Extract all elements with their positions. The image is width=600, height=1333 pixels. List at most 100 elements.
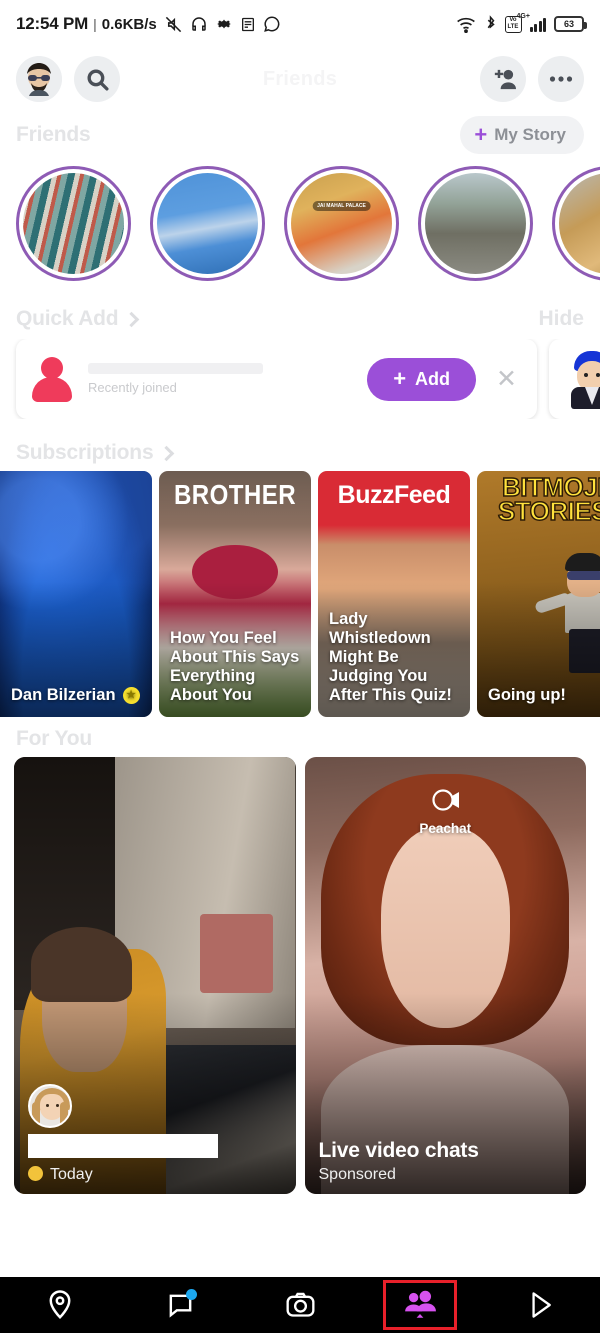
subscription-card-label: Dan Bilzerian bbox=[11, 686, 116, 704]
quick-add-row[interactable]: Recently joined + Add ✕ bbox=[0, 339, 600, 419]
peachat-label: Peachat bbox=[419, 821, 472, 836]
story-item[interactable] bbox=[150, 166, 265, 281]
subscriptions-row[interactable]: Dan Bilzerian ★ BROTHER How You Feel Abo… bbox=[0, 471, 600, 717]
volte-bottom: LTE bbox=[507, 24, 519, 30]
for-you-title: For You bbox=[16, 727, 92, 750]
plus-icon: + bbox=[474, 122, 488, 147]
default-avatar-icon bbox=[30, 357, 74, 402]
location-pin-icon bbox=[49, 1290, 71, 1320]
friends-section-header: Friends + My Story bbox=[0, 110, 600, 162]
for-you-card-subtitle: Sponsored bbox=[318, 1166, 396, 1183]
chevron-right-icon bbox=[159, 445, 175, 461]
camera-icon bbox=[286, 1292, 314, 1317]
friends-title: Friends bbox=[16, 123, 91, 146]
quick-add-card[interactable] bbox=[549, 339, 600, 419]
subscription-brand: BuzzFeed bbox=[337, 481, 451, 509]
search-icon[interactable] bbox=[74, 56, 120, 102]
avatar bbox=[28, 1084, 72, 1128]
gear-icon bbox=[215, 15, 233, 33]
bitmoji-avatar[interactable] bbox=[16, 56, 62, 102]
peachat-brand: Peachat bbox=[305, 785, 587, 836]
chat-notification-badge bbox=[186, 1289, 197, 1300]
battery-icon: 63 bbox=[554, 16, 587, 32]
story-item[interactable] bbox=[552, 166, 600, 281]
add-button[interactable]: + Add bbox=[367, 357, 477, 401]
friends-title-group: Friends bbox=[16, 123, 91, 147]
nav-spotlight[interactable] bbox=[503, 1280, 577, 1330]
subscription-card[interactable]: BROTHER How You Feel About This Says Eve… bbox=[159, 471, 311, 717]
story-item[interactable] bbox=[16, 166, 131, 281]
status-bar-left: 12:54 PM | 0.6KB/s bbox=[16, 14, 281, 34]
header-left-group bbox=[16, 56, 120, 102]
more-options-icon[interactable] bbox=[538, 56, 584, 102]
verified-star-icon: ★ bbox=[122, 687, 140, 704]
mute-icon bbox=[164, 15, 183, 34]
for-you-card[interactable]: Today bbox=[14, 757, 296, 1194]
add-friend-icon[interactable] bbox=[480, 56, 526, 102]
bluetooth-icon bbox=[484, 15, 497, 33]
status-separator: | bbox=[93, 16, 97, 32]
header-ghost-title: Friends bbox=[262, 67, 338, 90]
headphones-icon bbox=[190, 15, 208, 33]
subscription-card-label: How You Feel About This Says Everything … bbox=[170, 629, 300, 704]
story-location-badge: JAI MAHAL PALACE bbox=[312, 201, 371, 212]
header-right-group bbox=[480, 56, 584, 102]
play-triangle-icon bbox=[531, 1292, 551, 1318]
subscriptions-title: Subscriptions bbox=[16, 441, 154, 464]
quick-add-username-redacted bbox=[88, 363, 263, 374]
wifi-icon bbox=[456, 16, 476, 33]
for-you-card-footer: Live video chats Sponsored bbox=[305, 1139, 587, 1194]
quick-add-subtitle: Recently joined bbox=[88, 380, 177, 395]
for-you-card-subtitle: Today bbox=[50, 1166, 93, 1183]
subscription-brand: BITMOJI STORIES bbox=[497, 472, 600, 526]
nav-friends[interactable] bbox=[383, 1280, 457, 1330]
quick-add-text: Recently joined bbox=[88, 363, 353, 395]
quick-add-header: Quick Add Hide bbox=[0, 281, 600, 339]
story-item[interactable]: JAI MAHAL PALACE bbox=[284, 166, 399, 281]
status-bar: 12:54 PM | 0.6KB/s Vo LTE 4G+ 63 bbox=[0, 0, 600, 48]
chevron-right-icon bbox=[124, 311, 140, 327]
status-time: 12:54 PM bbox=[16, 14, 89, 33]
my-story-label: My Story bbox=[494, 125, 566, 144]
for-you-card[interactable]: Peachat Live video chats Sponsored bbox=[304, 757, 587, 1194]
friends-group-icon bbox=[405, 1290, 436, 1318]
nav-chat[interactable] bbox=[143, 1280, 217, 1330]
for-you-header: For You bbox=[0, 717, 600, 757]
subscription-card-label: Lady Whistledown Might Be Judging You Af… bbox=[329, 610, 452, 704]
subscription-card[interactable]: BITMOJI STORIES Going up! bbox=[477, 471, 600, 717]
story-row[interactable]: JAI MAHAL PALACE bbox=[0, 162, 600, 281]
app-header: Friends bbox=[0, 48, 600, 110]
battery-percent: 63 bbox=[563, 19, 574, 29]
for-you-card-title: Live video chats bbox=[318, 1139, 479, 1162]
quick-add-title-group[interactable]: Quick Add bbox=[16, 307, 140, 331]
for-you-card-meta: Today bbox=[28, 1163, 282, 1184]
nav-map[interactable] bbox=[23, 1280, 97, 1330]
whatsapp-icon bbox=[263, 15, 281, 33]
plus-icon: + bbox=[393, 366, 407, 391]
quick-add-title: Quick Add bbox=[16, 307, 119, 330]
network-type-label: 4G+ bbox=[516, 12, 530, 20]
subscription-card[interactable]: Dan Bilzerian ★ bbox=[0, 471, 152, 717]
subscriptions-header: Subscriptions bbox=[0, 419, 600, 471]
subscriptions-title-group[interactable]: Subscriptions bbox=[16, 441, 175, 465]
add-button-label: Add bbox=[415, 368, 451, 389]
subscription-card-label: Going up! bbox=[488, 686, 566, 704]
my-story-button[interactable]: + My Story bbox=[460, 116, 584, 154]
story-dot-icon bbox=[28, 1166, 43, 1181]
quick-add-card[interactable]: Recently joined + Add ✕ bbox=[16, 339, 537, 419]
subscription-card[interactable]: BuzzFeed Lady Whistledown Might Be Judgi… bbox=[318, 471, 470, 717]
subscription-card-label-group: Dan Bilzerian ★ bbox=[0, 676, 151, 717]
hide-button[interactable]: Hide bbox=[538, 307, 584, 331]
status-bar-right: Vo LTE 4G+ 63 bbox=[456, 13, 587, 33]
story-item[interactable] bbox=[418, 166, 533, 281]
close-icon[interactable]: ✕ bbox=[490, 367, 523, 392]
signal-icon: 4G+ bbox=[517, 13, 546, 32]
for-you-row[interactable]: Today Peachat Live video chats Sponsored bbox=[0, 757, 600, 1194]
subscription-brand: BROTHER bbox=[173, 479, 297, 510]
username-redacted bbox=[28, 1134, 218, 1158]
bitmoji-avatar bbox=[568, 351, 600, 409]
bottom-navigation-bar bbox=[0, 1277, 600, 1333]
status-network-speed: 0.6KB/s bbox=[101, 15, 157, 33]
nav-camera[interactable] bbox=[263, 1280, 337, 1330]
notes-icon bbox=[240, 16, 256, 33]
